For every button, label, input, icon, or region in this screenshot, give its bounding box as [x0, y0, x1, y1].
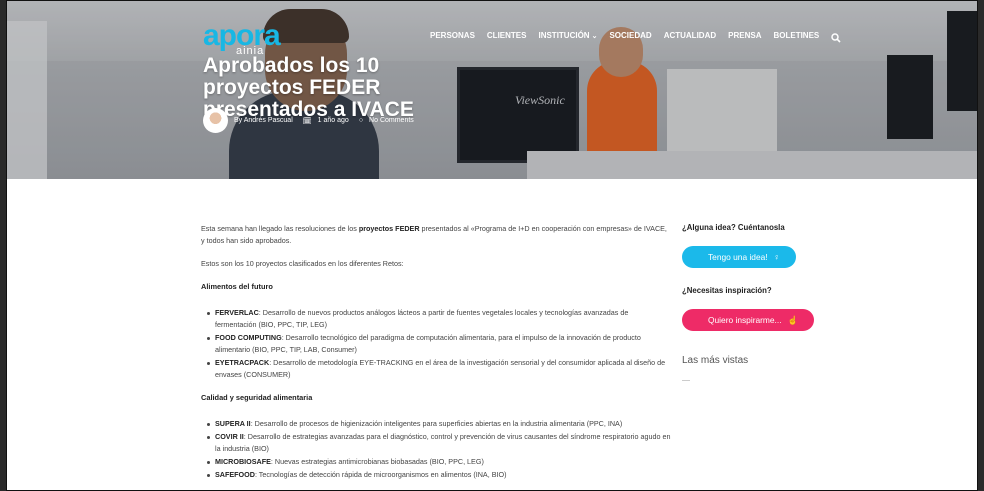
- comment-icon: ○: [358, 117, 364, 124]
- divider: [682, 380, 690, 381]
- nav-clientes[interactable]: CLIENTES: [487, 31, 527, 40]
- list-item: EYETRACPACK: Desarrollo de metodología E…: [207, 357, 671, 381]
- article-intro-2: Estos son los 10 proyectos clasificados …: [201, 259, 404, 268]
- nav-actualidad[interactable]: ACTUALIDAD: [664, 31, 716, 40]
- search-icon[interactable]: [831, 30, 841, 43]
- inspire-heading: ¿Necesitas inspiración?: [682, 286, 772, 295]
- list-item: SAFEFOOD: Tecnologías de detección rápid…: [207, 469, 671, 481]
- list-item: COVIR II: Desarrollo de estrategias avan…: [207, 431, 671, 455]
- post-comments[interactable]: No Comments: [369, 117, 414, 124]
- hand-icon: ☝: [787, 314, 798, 325]
- nav-institucion[interactable]: INSTITUCIÓN ⌄: [538, 31, 597, 40]
- post-time: 1 año ago: [317, 117, 349, 124]
- list-item: SUPERA II: Desarrollo de procesos de hig…: [207, 418, 671, 430]
- avatar: [203, 108, 228, 133]
- idea-button[interactable]: Tengo una idea! ♀: [682, 246, 796, 268]
- list-item: MICROBIOSAFE: Nuevas estrategias antimic…: [207, 456, 671, 468]
- lightbulb-icon: ♀: [773, 252, 780, 262]
- chevron-down-icon: ⌄: [591, 32, 598, 40]
- nav-prensa[interactable]: PRENSA: [728, 31, 761, 40]
- popular-heading: Las más vistas: [682, 355, 749, 366]
- post-meta: By Andrés Pascual 🗓 1 año ago ○ No Comme…: [203, 108, 414, 133]
- article-intro: Esta semana han llegado las resoluciones…: [201, 224, 667, 245]
- post-author[interactable]: By Andrés Pascual: [234, 117, 293, 124]
- calendar-icon: 🗓: [302, 117, 312, 125]
- project-list: FERVERLAC: Desarrollo de nuevos producto…: [207, 307, 671, 381]
- list-item: FERVERLAC: Desarrollo de nuevos producto…: [207, 307, 671, 331]
- inspire-button[interactable]: Quiero inspirarme... ☝: [682, 309, 814, 331]
- section-heading: Alimentos del futuro: [201, 282, 273, 291]
- main-nav: PERSONAS CLIENTES INSTITUCIÓN ⌄ SOCIEDAD …: [430, 30, 841, 43]
- nav-personas[interactable]: PERSONAS: [430, 31, 475, 40]
- sidebar: ¿Alguna idea? Cuéntanosla Tengo una idea…: [682, 223, 882, 381]
- list-item: FOOD COMPUTING: Desarrollo tecnológico d…: [207, 332, 671, 356]
- idea-heading: ¿Alguna idea? Cuéntanosla: [682, 223, 785, 232]
- project-list: SUPERA II: Desarrollo de procesos de hig…: [207, 418, 671, 481]
- nav-boletines[interactable]: BOLETINES: [773, 31, 819, 40]
- hero-banner: ViewSonic apora ainia PERSONAS CLIENTES …: [7, 1, 977, 179]
- browser-viewport: ViewSonic apora ainia PERSONAS CLIENTES …: [6, 0, 978, 491]
- nav-sociedad[interactable]: SOCIEDAD: [609, 31, 651, 40]
- section-heading: Calidad y seguridad alimentaria: [201, 393, 313, 402]
- article-body: Esta semana han llegado las resoluciones…: [201, 223, 671, 490]
